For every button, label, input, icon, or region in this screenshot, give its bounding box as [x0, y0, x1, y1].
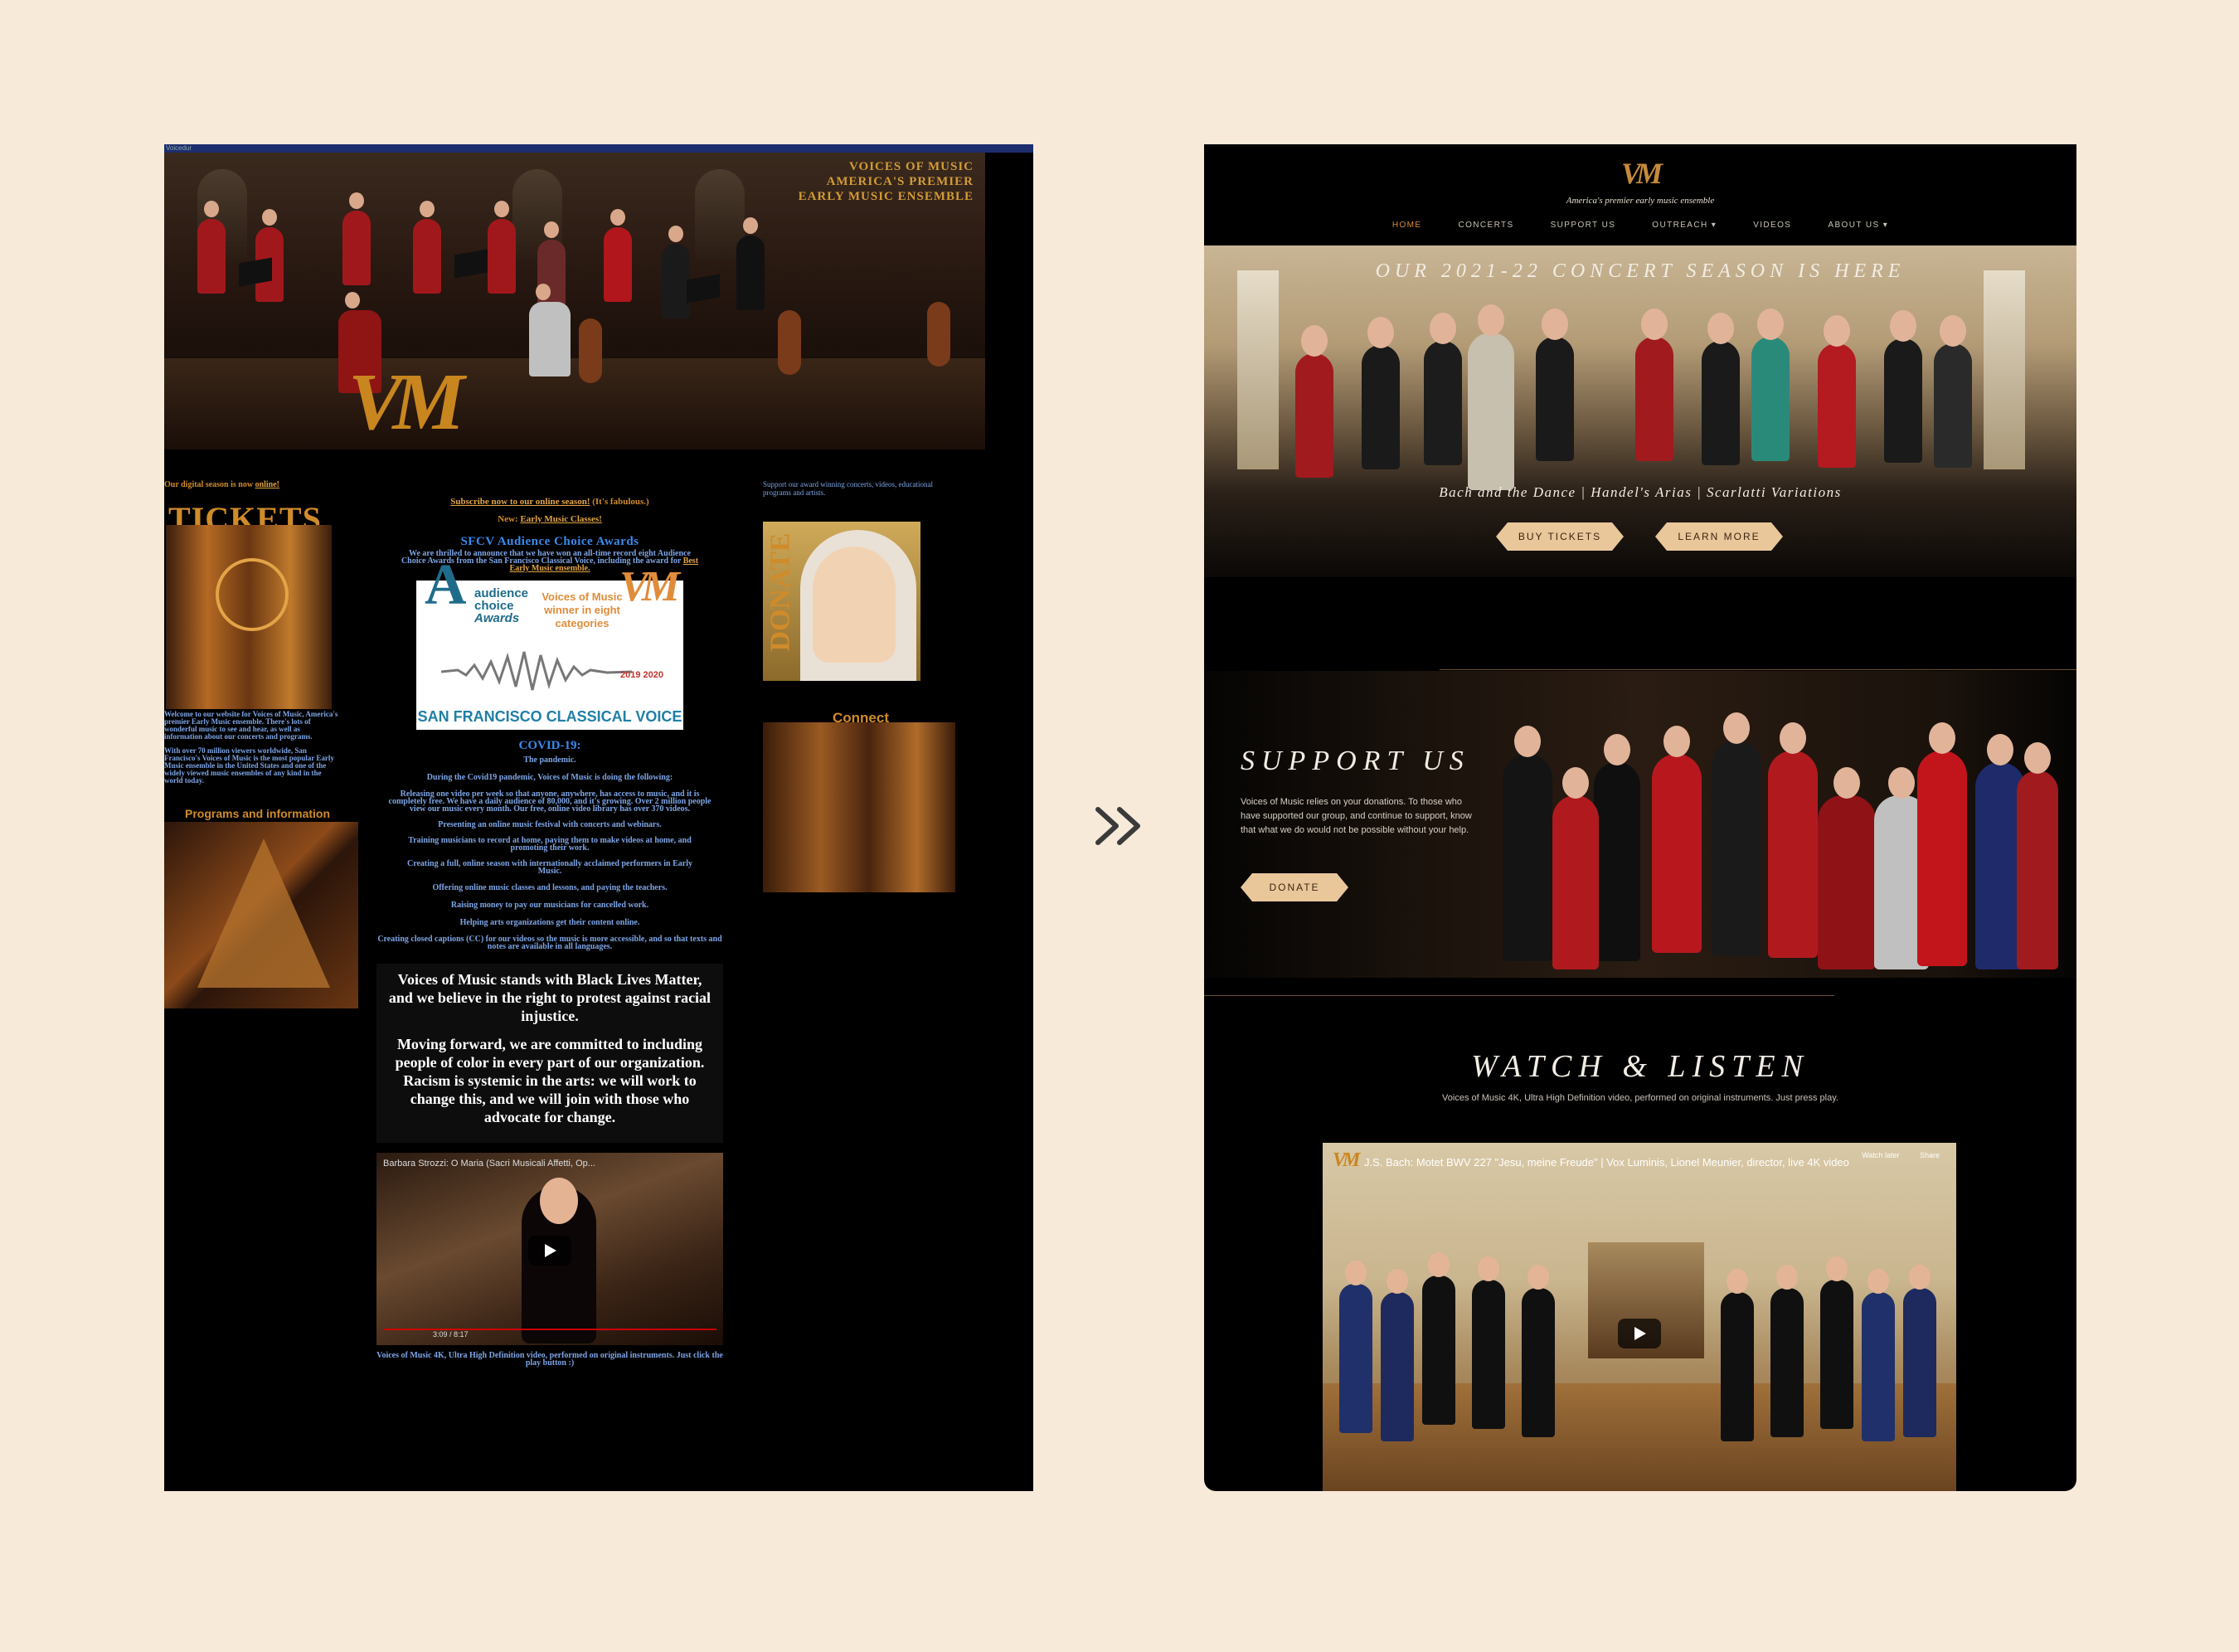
nav-concerts[interactable]: CONCERTS — [1458, 221, 1513, 230]
watch-title: WATCH & LISTEN — [1471, 1049, 1809, 1084]
nav-about-us[interactable]: ABOUT US ▾ — [1828, 221, 1888, 230]
old-hero-image: VOICES OF MUSIC AMERICA'S PREMIER EARLY … — [164, 153, 985, 449]
covid-line: Creating a full, online season with inte… — [407, 859, 692, 876]
early-music-classes-link[interactable]: Early Music Classes! — [520, 514, 601, 524]
nav-videos[interactable]: VIDEOS — [1753, 221, 1791, 230]
covid-line: Raising money to pay our musicians for c… — [450, 901, 649, 910]
support-text: Voices of Music relies on your donations… — [1241, 797, 1472, 835]
new-video-player[interactable]: VM J.S. Bach: Motet BWV 227 "Jesu, meine… — [1323, 1143, 1956, 1491]
share-button[interactable]: Share — [1920, 1151, 1940, 1159]
covid-line: Releasing one video per week so that any… — [388, 790, 712, 814]
old-vm-logo: VM — [348, 357, 464, 447]
covid-line: Presenting an online music festival with… — [438, 820, 662, 829]
new-site-screenshot: VM America's premier early music ensembl… — [1204, 144, 2076, 1491]
old-video-controls[interactable]: 3:09 / 8:17 — [383, 1329, 716, 1340]
covid-line: Helping arts organizations get their con… — [459, 918, 640, 927]
subscribe-link[interactable]: Subscribe now to our online season! — [450, 497, 590, 507]
support-title: SUPPORT US — [1241, 746, 1470, 776]
old-right-column: Support our award winning concerts, vide… — [763, 480, 962, 892]
old-hero-title: VOICES OF MUSIC AMERICA'S PREMIER EARLY … — [798, 160, 974, 203]
covid-line: The pandemic. — [523, 756, 576, 765]
new-video-title[interactable]: J.S. Bach: Motet BWV 227 "Jesu, meine Fr… — [1364, 1156, 1849, 1169]
section-divider — [1440, 669, 2076, 670]
programs-image[interactable] — [164, 822, 358, 1008]
covid-line: Creating closed captions (CC) for our vi… — [377, 935, 722, 951]
watch-section: WATCH & LISTEN Voices of Music 4K, Ultra… — [1204, 1048, 2076, 1103]
hero-title: OUR 2021-22 CONCERT SEASON IS HERE — [1375, 260, 1906, 282]
old-left-column: Our digital season is now online! TICKET… — [164, 480, 363, 1008]
donate-label[interactable]: DONATE — [765, 533, 795, 652]
double-chevron-right-icon — [1095, 807, 1140, 845]
watch-subtitle: Voices of Music 4K, Ultra High Definitio… — [1442, 1093, 1838, 1103]
buy-tickets-button[interactable]: BUY TICKETS — [1496, 522, 1624, 551]
donate-button[interactable]: DONATE — [1241, 873, 1348, 901]
digital-season-text: Our digital season is now online! — [164, 480, 280, 489]
programs-heading[interactable]: Programs and information — [185, 808, 363, 819]
support-text: Support our award winning concerts, vide… — [763, 480, 933, 497]
covid-heading: COVID-19: — [518, 739, 581, 752]
connect-image[interactable] — [763, 722, 955, 892]
old-site-screenshot: Voicedur VOICES OF MUSIC AMERICA'S PREMI… — [164, 144, 1033, 1491]
new-header: VM America's premier early music ensembl… — [1204, 144, 2076, 245]
blm-statement: Voices of Music stands with Black Lives … — [376, 964, 723, 1143]
sound-wave-icon — [441, 651, 632, 691]
nav-home[interactable]: HOME — [1392, 221, 1422, 230]
main-nav: HOME CONCERTS SUPPORT US OUTREACH ▾ VIDE… — [1204, 221, 2076, 230]
section-divider — [1204, 995, 1834, 996]
new-vm-logo[interactable]: VM — [1621, 156, 1663, 191]
new-hero: OUR 2021-22 CONCERT SEASON IS HERE Bach … — [1204, 245, 2076, 577]
video-channel-logo[interactable]: VM — [1333, 1149, 1360, 1172]
old-video-player[interactable]: Barbara Strozzi: O Maria (Sacri Musicali… — [376, 1153, 723, 1345]
new-tagline: America's premier early music ensemble — [1566, 196, 1715, 206]
old-video-caption: Voices of Music 4K, Ultra High Definitio… — [376, 1351, 723, 1368]
play-icon[interactable] — [1618, 1319, 1661, 1348]
old-topbar: Voicedur — [164, 144, 1033, 153]
play-icon[interactable] — [528, 1236, 571, 1266]
connect-heading[interactable]: Connect — [763, 711, 959, 725]
nav-support-us[interactable]: SUPPORT US — [1551, 221, 1616, 230]
viewers-text: With over 70 million viewers worldwide, … — [164, 746, 334, 785]
audience-choice-badge: A audience choice Awards Voices of Music w… — [416, 556, 683, 730]
digital-season-link[interactable]: online! — [255, 480, 279, 489]
covid-line: Offering online music classes and lesson… — [432, 883, 668, 892]
covid-line: Training musicians to record at home, pa… — [408, 836, 692, 853]
hero-subtitle: Bach and the Dance | Handel's Arias | Sc… — [1439, 484, 1842, 500]
covid-line: During the Covid19 pandemic, Voices of M… — [426, 773, 673, 782]
tickets-heading[interactable]: TICKETS — [168, 503, 363, 536]
tickets-image[interactable] — [166, 525, 332, 709]
support-section: SUPPORT US Voices of Music relies on you… — [1204, 671, 2076, 978]
video-actions: Watch later Share — [1862, 1151, 1940, 1159]
old-video-title[interactable]: Barbara Strozzi: O Maria (Sacri Musicali… — [383, 1159, 595, 1169]
watch-later-button[interactable]: Watch later — [1862, 1151, 1899, 1159]
learn-more-button[interactable]: LEARN MORE — [1655, 522, 1783, 551]
video-time: 3:09 / 8:17 — [433, 1330, 469, 1339]
welcome-text: Welcome to our website for Voices of Mus… — [164, 710, 338, 741]
donate-image[interactable]: DONATE — [763, 522, 920, 681]
old-middle-column: Subscribe now to our online season! (It'… — [372, 497, 728, 1368]
nav-outreach[interactable]: OUTREACH ▾ — [1652, 221, 1717, 230]
award-heading: SFCV Audience Choice Awards — [460, 535, 639, 548]
